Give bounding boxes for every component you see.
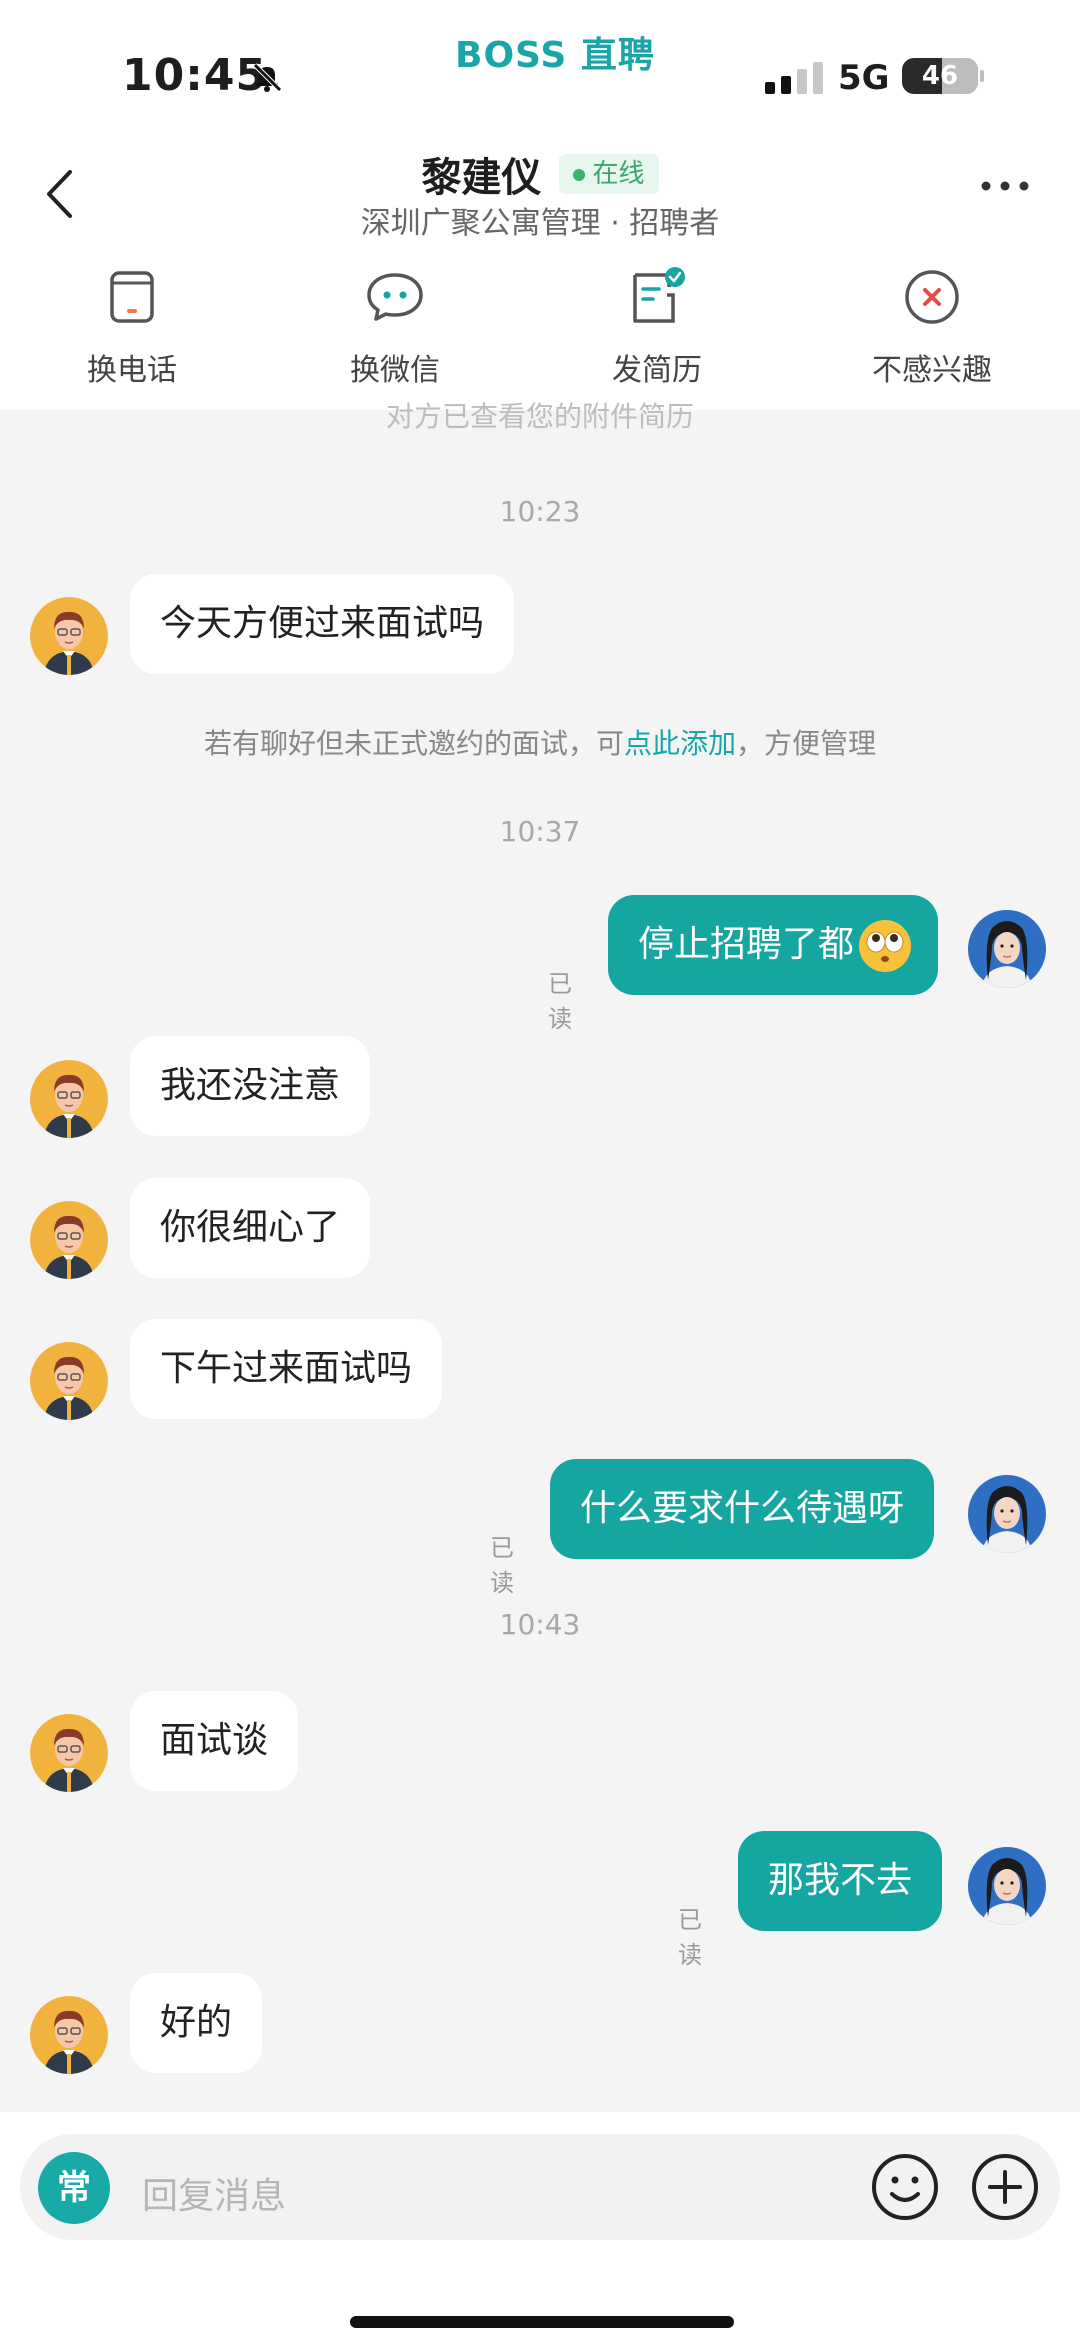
chat-screen: 10:45 BOSS 直聘 5G 46 黎建仪 在线 深圳广聚公寓管理 · 招聘… [0, 0, 1080, 2347]
user-avatar-icon [968, 910, 1046, 988]
read-receipt: 已读 [678, 1906, 702, 1969]
message-bubble[interactable]: 我还没注意 [130, 1036, 371, 1136]
action-exchange-phone[interactable]: 换电话 [32, 265, 232, 389]
recruiter-avatar-icon [30, 1342, 108, 1420]
hint-text: 若有聊好但未正式邀约的面试，可 [203, 727, 624, 760]
reply-placeholder[interactable]: 回复消息 [142, 2167, 286, 2219]
network-type: 5G [838, 58, 890, 98]
status-bar: 10:45 BOSS 直聘 5G 46 [0, 0, 1080, 140]
read-receipt: 已读 [548, 970, 572, 1033]
system-notice-clipped: 对方已查看您的附件简历 [385, 402, 694, 432]
action-not-interested[interactable]: 不感兴趣 [832, 265, 1032, 389]
timestamp: 10:43 [499, 1608, 581, 1641]
recruiter-avatar-icon [30, 1201, 108, 1279]
cellular-signal-icon [765, 62, 823, 94]
interview-add-hint: 若有聊好但未正式邀约的面试，可点此添加，方便管理 [0, 722, 1080, 762]
plus-icon[interactable] [970, 2152, 1040, 2222]
message-bubble[interactable]: 下午过来面试吗 [130, 1319, 443, 1419]
user-avatar-icon [968, 1475, 1046, 1553]
action-exchange-wechat[interactable]: 换微信 [295, 265, 495, 389]
user-avatar[interactable] [968, 1475, 1046, 1553]
wechat-bubble-icon [367, 273, 423, 321]
contact-title: 黎建仪 在线 [0, 145, 1080, 203]
quick-actions: 换电话 换微信 发简历 不感兴趣 [0, 265, 1080, 405]
battery-indicator: 46 [902, 58, 978, 94]
user-avatar[interactable] [968, 910, 1046, 988]
message-bubble[interactable]: 面试谈 [130, 1691, 299, 1791]
timestamp: 10:23 [499, 495, 581, 528]
online-badge: 在线 [558, 154, 659, 194]
resume-icon [633, 267, 685, 323]
action-label: 换电话 [87, 353, 177, 388]
user-avatar[interactable] [968, 1847, 1046, 1925]
timestamp: 10:37 [499, 815, 581, 848]
emoji-icon[interactable] [870, 2152, 940, 2222]
not-interested-icon [905, 270, 959, 324]
contact-name: 黎建仪 [421, 155, 542, 201]
recruiter-avatar[interactable] [30, 1342, 108, 1420]
message-list[interactable]: 对方已查看您的附件简历 10:23 今天方便过来面试吗 若有聊好但未正式邀约的面… [0, 402, 1080, 2110]
user-avatar-icon [968, 1847, 1046, 1925]
action-send-resume[interactable]: 发简历 [557, 265, 757, 389]
online-dot-icon [572, 168, 585, 181]
recruiter-avatar[interactable] [30, 1060, 108, 1138]
action-label: 不感兴趣 [872, 353, 992, 388]
recruiter-avatar-icon [30, 1714, 108, 1792]
message-bubble[interactable]: 你很细心了 [130, 1178, 371, 1278]
contact-company: 深圳广聚公寓管理 · 招聘者 [360, 206, 720, 241]
recruiter-avatar-icon [30, 1996, 108, 2074]
online-label: 在线 [592, 159, 645, 189]
common-phrases-button[interactable]: 常 [38, 2152, 110, 2224]
message-bubble[interactable]: 停止招聘了都 [608, 895, 939, 995]
message-bubble[interactable]: 什么要求什么待遇呀 [550, 1459, 935, 1559]
brand-logo: BOSS 直聘 [455, 35, 655, 76]
action-label: 发简历 [612, 353, 702, 388]
phone-card-icon [110, 271, 154, 323]
add-interview-link[interactable]: 点此添加 [624, 727, 736, 760]
recruiter-avatar-icon [30, 597, 108, 675]
home-indicator[interactable] [350, 2316, 734, 2328]
message-bubble[interactable]: 今天方便过来面试吗 [130, 574, 515, 674]
message-bubble[interactable]: 好的 [130, 1973, 263, 2073]
message-text: 停止招聘了都 [638, 924, 855, 965]
recruiter-avatar[interactable] [30, 597, 108, 675]
battery-level: 46 [921, 61, 959, 91]
more-options-icon[interactable] [980, 180, 1030, 192]
battery-tip [980, 70, 984, 82]
message-bubble[interactable]: 那我不去 [738, 1831, 943, 1931]
hint-text: ，方便管理 [736, 727, 877, 760]
rolling-eyes-emoji-icon [859, 920, 912, 972]
recruiter-avatar[interactable] [30, 1996, 108, 2074]
mute-bell-icon [253, 63, 282, 92]
message-input-bar: 常 回复消息 [0, 2112, 1080, 2347]
recruiter-avatar-icon [30, 1060, 108, 1138]
recruiter-avatar[interactable] [30, 1201, 108, 1279]
action-label: 换微信 [350, 353, 440, 388]
status-time: 10:45 [122, 50, 268, 101]
read-receipt: 已读 [490, 1534, 514, 1597]
recruiter-avatar[interactable] [30, 1714, 108, 1792]
